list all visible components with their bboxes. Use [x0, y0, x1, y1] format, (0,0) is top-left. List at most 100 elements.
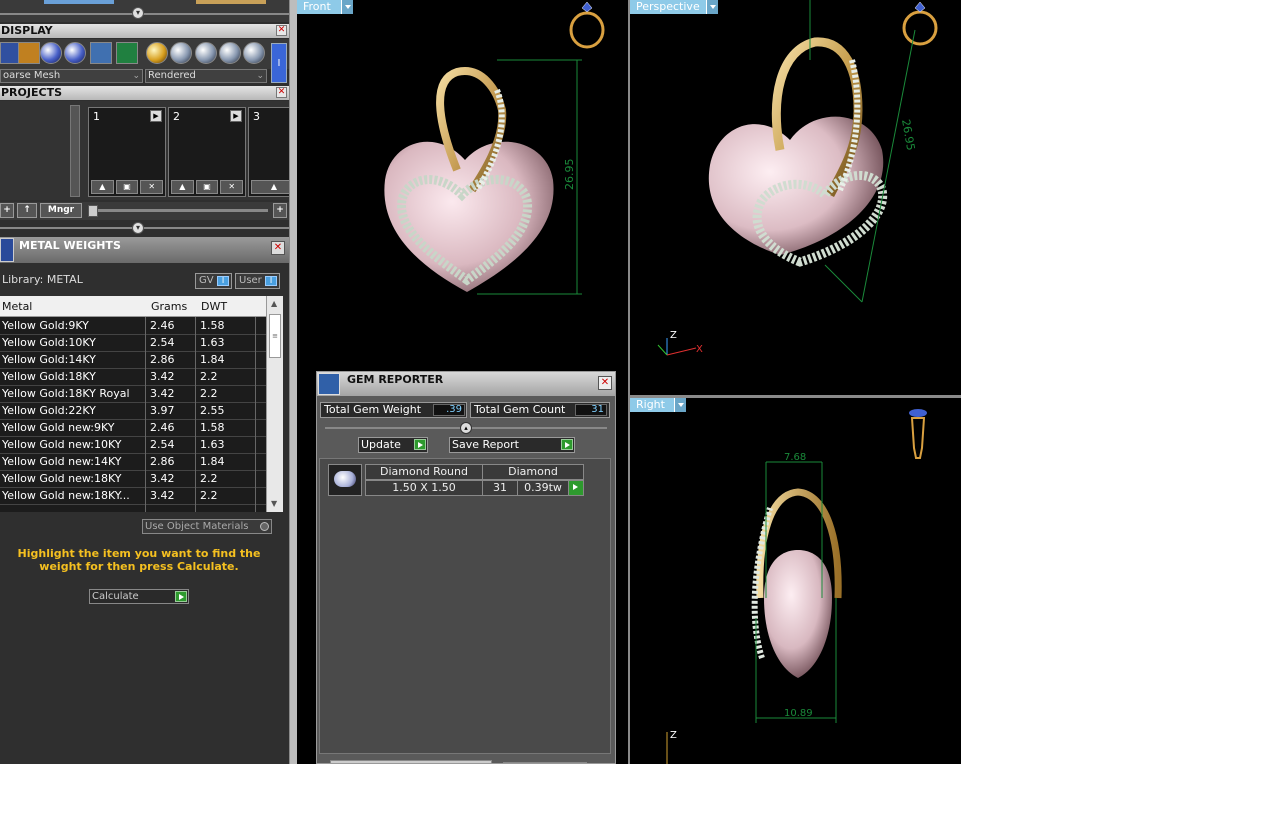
top-tab-indicator-2 [196, 0, 266, 4]
table-row[interactable]: Yellow Gold new:18KY... 3.42 2.2 [0, 488, 266, 505]
table-row[interactable]: Yellow Gold:22KY 3.97 2.55 [0, 403, 266, 420]
gem-size-cell[interactable]: 1.50 X 1.50 [365, 480, 483, 496]
gem-reporter-close-button[interactable]: ✕ [598, 376, 612, 390]
play-icon[interactable] [570, 482, 582, 493]
metal-weights-close-button[interactable]: ✕ [271, 241, 285, 255]
delete-icon[interactable]: ✕ [220, 180, 244, 194]
mesh-mode-select[interactable]: oarse Mesh ⌄ [0, 69, 143, 83]
cell-metal: Yellow Gold:14KY [2, 353, 96, 366]
play-icon[interactable]: ▶ [150, 110, 162, 122]
play-icon[interactable] [414, 439, 426, 450]
cell-grams: 3.42 [150, 370, 175, 383]
app-window: ▾ DISPLAY ✕ I oarse Mesh ⌄ Rendered ⌄ PR… [0, 0, 961, 764]
steel-sphere-icon[interactable] [195, 42, 217, 64]
gem-material-cell[interactable]: Diamond [482, 464, 584, 480]
gem-weight-cell[interactable]: 0.39tw [517, 480, 569, 496]
cell-metal: Yellow Gold new:18KY... [2, 489, 130, 502]
gem-list: Diamond Round Diamond 1.50 X 1.50 31 0.3… [319, 458, 611, 754]
column-header-grams[interactable]: Grams [151, 300, 187, 313]
table-row[interactable]: Yellow Gold:10KY 2.54 1.63 [0, 335, 266, 352]
left-panel: ▾ DISPLAY ✕ I oarse Mesh ⌄ Rendered ⌄ PR… [0, 0, 289, 764]
play-icon[interactable] [175, 591, 187, 602]
perspective-viewport[interactable]: Perspective 26.95 Z X [630, 0, 961, 395]
display-mode-button[interactable]: I [271, 43, 287, 83]
user-toggle[interactable]: User I [235, 273, 280, 289]
gem-shape-cell[interactable]: Diamond Round [365, 464, 483, 480]
move-icon[interactable] [18, 42, 40, 64]
table-row[interactable]: Yellow Gold:9KY 2.46 1.58 [0, 318, 266, 335]
table-row[interactable]: Yellow Gold new:10KY 2.54 1.63 [0, 437, 266, 454]
metal-weights-title: METAL WEIGHTS [19, 239, 121, 252]
scroll-down-icon[interactable]: ▼ [271, 499, 277, 508]
gv-label: GV [199, 275, 214, 286]
projects-controls: + ↑ Mngr + [0, 202, 289, 220]
use-object-materials-option[interactable]: Use Object Materials [142, 519, 272, 534]
gold-material-icon[interactable] [146, 42, 168, 64]
upload-icon[interactable]: ▲ [91, 180, 114, 194]
column-header-metal[interactable]: Metal [2, 300, 32, 313]
sphere-icon[interactable] [40, 42, 62, 64]
project-slot-2[interactable]: 2 ▶ ▲ ▣ ✕ [168, 107, 246, 197]
scroll-up-icon[interactable]: ▲ [271, 299, 277, 308]
cell-grams: 3.42 [150, 489, 175, 502]
metal-table-scrollbar[interactable]: ▲ ≡ ▼ [266, 296, 283, 512]
update-button[interactable]: Update [358, 437, 428, 453]
display-title-bar: DISPLAY ✕ [0, 24, 289, 38]
right-viewport[interactable]: Right 7.68 10.89 Z [630, 398, 961, 764]
layout-icon[interactable] [116, 42, 138, 64]
display-title: DISPLAY [1, 24, 53, 37]
panel-gutter[interactable] [289, 0, 297, 764]
scroll-thumb[interactable]: ≡ [269, 314, 281, 358]
projects-zoom-slider[interactable] [88, 209, 268, 212]
cell-dwt: 1.84 [200, 353, 225, 366]
render-mode-select[interactable]: Rendered ⌄ [145, 69, 267, 83]
manager-button[interactable]: Mngr [40, 203, 82, 218]
zoom-in-button[interactable]: + [273, 203, 287, 218]
save-icon[interactable]: ▣ [115, 180, 139, 194]
delete-icon[interactable]: ✕ [140, 180, 164, 194]
project-slot-3[interactable]: 3 ▲ ▣ [248, 107, 289, 197]
display-toolbar [0, 39, 289, 69]
add-project-button[interactable]: + [0, 203, 14, 218]
metal-sphere-icon[interactable] [170, 42, 192, 64]
table-row[interactable]: Yellow Gold new:14KY 2.86 1.84 [0, 454, 266, 471]
table-row[interactable]: Yellow Gold:18KY 3.42 2.2 [0, 369, 266, 386]
move-up-button[interactable]: ↑ [17, 203, 37, 218]
divider [0, 13, 289, 15]
slider-handle[interactable] [88, 205, 98, 217]
globe-icon[interactable] [90, 42, 112, 64]
gem-count-cell[interactable]: 31 [482, 480, 518, 496]
ring-side-icon [909, 409, 927, 459]
table-row[interactable]: Yellow Gold new:9KY 2.46 1.58 [0, 420, 266, 437]
project-slot-1[interactable]: 1 ▶ ▲ ▣ ✕ [88, 107, 166, 197]
gv-toggle[interactable]: GV I [195, 273, 232, 289]
gem-reporter-scrollbar[interactable] [330, 760, 492, 763]
collapse-knob[interactable]: ▴ [460, 422, 472, 434]
gem-reporter-header[interactable]: GEM REPORTER ✕ [317, 372, 615, 396]
column-header-dwt[interactable]: DWT [201, 300, 227, 313]
gem-details-button[interactable] [568, 480, 584, 496]
projects-close-button[interactable]: ✕ [276, 87, 287, 98]
save-icon[interactable]: ▣ [195, 180, 219, 194]
upload-icon[interactable]: ▲ [251, 180, 289, 194]
save-report-button[interactable]: Save Report [449, 437, 575, 453]
wire-sphere-2-icon[interactable] [243, 42, 265, 64]
calculate-button[interactable]: Calculate [89, 589, 189, 604]
scale-icon [0, 238, 14, 262]
play-icon[interactable] [561, 439, 573, 450]
total-gem-weight-field: Total Gem Weight .39 [320, 402, 467, 418]
wire-sphere-icon[interactable] [219, 42, 241, 64]
upload-icon[interactable]: ▲ [171, 180, 194, 194]
display-close-button[interactable]: ✕ [276, 25, 287, 36]
total-gem-count-value: 31 [575, 404, 607, 416]
collapse-knob-top[interactable]: ▾ [132, 7, 144, 19]
collapse-knob-mid[interactable]: ▾ [132, 222, 144, 234]
table-row[interactable]: Yellow Gold new:18KY 3.42 2.2 [0, 471, 266, 488]
projects-scrollbar[interactable] [70, 105, 80, 197]
play-icon[interactable]: ▶ [230, 110, 242, 122]
table-row[interactable]: Yellow Gold:18KY Royal 3.42 2.2 [0, 386, 266, 403]
table-row[interactable]: Yellow Gold:14KY 2.86 1.84 [0, 352, 266, 369]
radio-icon[interactable] [260, 522, 269, 531]
sphere-shaded-icon[interactable] [64, 42, 86, 64]
top-tab-indicator [44, 0, 114, 4]
